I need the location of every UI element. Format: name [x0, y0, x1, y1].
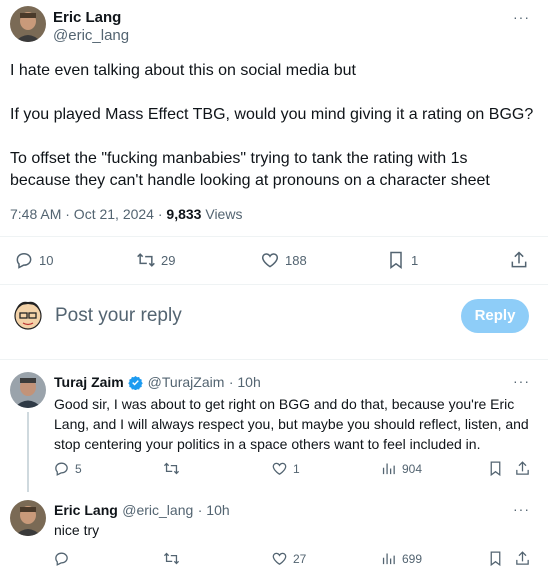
reply-author-avatar[interactable] [10, 372, 46, 408]
reply-header: Turaj Zaim @TurajZaim · 10h [54, 374, 261, 392]
reply-2-bookmark-action[interactable] [487, 550, 504, 567]
reply-time[interactable]: · 10h [229, 374, 261, 390]
reply-2-like-count: 27 [293, 551, 307, 566]
retweet-count: 29 [161, 252, 176, 268]
reply-author-handle[interactable]: @TurajZaim [148, 374, 225, 390]
reply-1-bookmark-action[interactable] [487, 460, 504, 477]
reply-2-text: nice try [54, 522, 100, 538]
author-avatar[interactable] [10, 6, 46, 42]
reply-1-like-action[interactable]: 1 [271, 460, 300, 477]
analytics-icon [382, 553, 395, 565]
reply-2-share-action[interactable] [514, 550, 531, 567]
reply-action[interactable]: 10 [14, 250, 53, 270]
reply-2-author-avatar[interactable] [10, 500, 46, 536]
author-handle[interactable]: @eric_lang [53, 27, 129, 44]
more-options-icon[interactable]: ··· [513, 9, 530, 25]
share-action[interactable] [509, 250, 529, 270]
reply-count: 10 [39, 252, 54, 268]
my-avatar[interactable] [9, 296, 47, 334]
reply-2-author-handle[interactable]: @eric_lang [122, 502, 193, 518]
bookmark-icon [490, 461, 501, 477]
retweet-action[interactable]: 29 [136, 250, 175, 270]
verified-badge-icon [128, 376, 143, 391]
reply-1-views-count: 904 [402, 461, 423, 476]
reply-2-author-name[interactable]: Eric Lang [54, 502, 118, 518]
bookmark-count: 1 [411, 252, 419, 268]
author-name[interactable]: Eric Lang [53, 9, 121, 26]
reply-icon [16, 252, 32, 269]
reply-icon [55, 462, 68, 476]
views-count: 9,833 [166, 206, 202, 222]
heart-icon [272, 462, 287, 475]
share-icon [511, 251, 527, 268]
like-count: 188 [285, 252, 307, 268]
reply-icon [55, 552, 68, 566]
views-label: Views [205, 206, 243, 222]
reply-1-views-action[interactable]: 904 [380, 460, 422, 477]
reply-2-more-options-icon[interactable]: ··· [513, 501, 530, 517]
tweet-meta: 7:48 AM · Oct 21, 2024 · 9,833 Views [10, 206, 242, 222]
reply-2-views-action[interactable]: 699 [380, 550, 422, 567]
retweet-icon [163, 552, 180, 565]
heart-icon [272, 552, 287, 565]
reply-text: Good sir, I was about to get right on BG… [54, 396, 529, 452]
bookmark-action[interactable]: 1 [386, 250, 418, 270]
share-icon [516, 551, 529, 565]
analytics-icon [382, 463, 395, 475]
reply-button[interactable]: Reply [461, 299, 529, 333]
reply-2-views-count: 699 [402, 551, 423, 566]
reply-2-reply-action[interactable] [53, 550, 70, 567]
reply-1-share-action[interactable] [514, 460, 531, 477]
reply-2-time[interactable]: · 10h [198, 502, 230, 518]
reply-1-reply-count: 5 [75, 461, 82, 476]
reply-more-options-icon[interactable]: ··· [513, 373, 530, 389]
tweet-timestamp[interactable]: 7:48 AM · Oct 21, 2024 · [10, 206, 166, 222]
reply-input[interactable]: Post your reply [55, 305, 182, 327]
reply-2-header: Eric Lang @eric_lang · 10h [54, 502, 230, 520]
reply-author-name[interactable]: Turaj Zaim [54, 374, 124, 390]
tweet-text: I hate even talking about this on social… [10, 62, 534, 189]
bookmark-icon [490, 551, 501, 567]
bookmark-icon [390, 251, 402, 269]
like-action[interactable]: 188 [260, 250, 307, 270]
reply-1-reply-action[interactable]: 5 [53, 460, 82, 477]
retweet-icon [137, 253, 155, 267]
reply-1-like-count: 1 [293, 461, 300, 476]
retweet-icon [163, 462, 180, 475]
reply-1-retweet-action[interactable] [163, 460, 180, 477]
reply-2-retweet-action[interactable] [163, 550, 180, 567]
thread-connector [27, 412, 29, 492]
share-icon [516, 461, 529, 475]
heart-icon [261, 253, 279, 268]
reply-2-like-action[interactable]: 27 [271, 550, 306, 567]
